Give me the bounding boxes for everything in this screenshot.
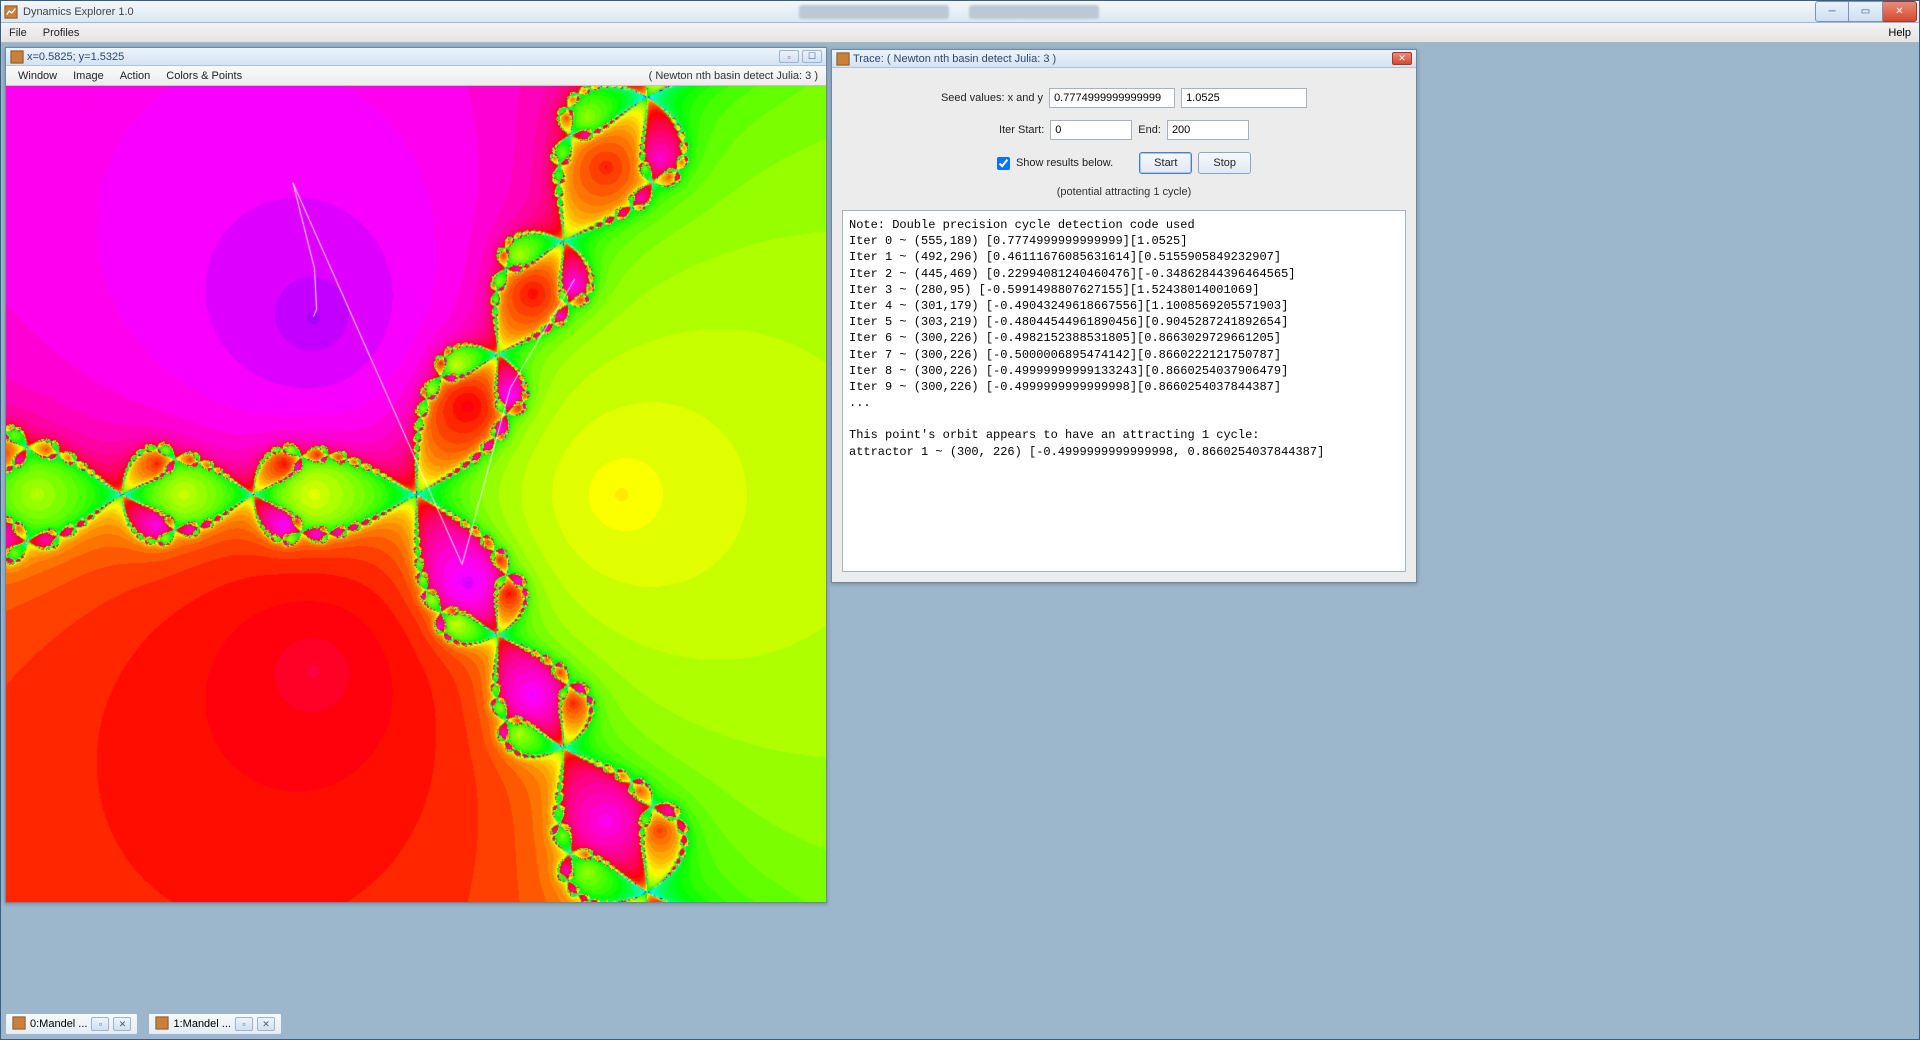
background-tabs-blur: [799, 5, 1099, 19]
fractal-menu-image[interactable]: Image: [65, 70, 112, 82]
menu-file[interactable]: File: [1, 27, 35, 39]
app-title: Dynamics Explorer 1.0: [23, 6, 739, 18]
taskbar-item-label: 0:Mandel ...: [30, 1018, 87, 1030]
trace-window-icon: [836, 52, 850, 66]
main-menu-bar: File Profiles Help: [1, 23, 1919, 43]
fractal-maximize-button[interactable]: ☐: [802, 50, 822, 63]
fractal-window-titlebar[interactable]: x=0.5825; y=1.5325 ▫ ☐: [6, 48, 826, 66]
taskbar-close-icon[interactable]: ✕: [257, 1017, 275, 1031]
iter-start-label: Iter Start:: [999, 124, 1044, 136]
trace-status: (potential attracting 1 cycle): [842, 186, 1406, 198]
fractal-window: x=0.5825; y=1.5325 ▫ ☐ Window Image Acti…: [5, 47, 827, 903]
fractal-canvas[interactable]: [6, 86, 826, 902]
trace-title: Trace: ( Newton nth basin detect Julia: …: [853, 53, 1392, 65]
iter-end-label: End:: [1138, 124, 1161, 136]
taskbar-close-icon[interactable]: ✕: [113, 1017, 131, 1031]
fractal-menu-action[interactable]: Action: [112, 70, 159, 82]
close-button[interactable]: ✕: [1883, 1, 1917, 22]
main-window: Dynamics Explorer 1.0 ─ ▭ ✕ File Profile…: [0, 0, 1920, 1040]
trace-body: Seed values: x and y Iter Start: End: Sh…: [832, 68, 1416, 582]
seed-y-input[interactable]: [1181, 88, 1307, 108]
app-icon: [3, 4, 19, 20]
taskbar-item-label: 1:Mandel ...: [173, 1018, 230, 1030]
trace-window-titlebar[interactable]: Trace: ( Newton nth basin detect Julia: …: [832, 50, 1416, 68]
taskbar-restore-icon[interactable]: ▫: [235, 1017, 253, 1031]
minimize-button[interactable]: ─: [1815, 1, 1849, 22]
start-button[interactable]: Start: [1139, 152, 1192, 174]
seed-label: Seed values: x and y: [941, 92, 1043, 104]
show-results-checkbox[interactable]: [997, 157, 1010, 170]
menu-profiles[interactable]: Profiles: [35, 27, 88, 39]
taskbar-item-0[interactable]: 0:Mandel ... ▫ ✕: [5, 1013, 138, 1035]
mdi-client-area: x=0.5825; y=1.5325 ▫ ☐ Window Image Acti…: [1, 43, 1919, 1039]
trace-close-button[interactable]: ✕: [1392, 52, 1412, 65]
seed-x-input[interactable]: [1049, 88, 1175, 108]
iter-start-input[interactable]: [1050, 120, 1132, 140]
taskbar-restore-icon[interactable]: ▫: [91, 1017, 109, 1031]
trace-window: Trace: ( Newton nth basin detect Julia: …: [831, 49, 1417, 583]
fractal-menu-window[interactable]: Window: [10, 70, 65, 82]
taskbar-item-1[interactable]: 1:Mandel ... ▫ ✕: [148, 1013, 281, 1035]
show-results-label: Show results below.: [1016, 157, 1113, 169]
taskbar-item-icon: [155, 1016, 169, 1033]
fractal-coord-label: x=0.5825; y=1.5325: [27, 51, 779, 63]
fractal-restore-button[interactable]: ▫: [779, 50, 799, 63]
trace-results[interactable]: Note: Double precision cycle detection c…: [842, 210, 1406, 572]
fractal-menu-bar: Window Image Action Colors & Points ( Ne…: [6, 66, 826, 86]
taskbar-item-icon: [12, 1016, 26, 1033]
title-bar: Dynamics Explorer 1.0 ─ ▭ ✕: [1, 1, 1919, 23]
fractal-window-icon: [10, 50, 24, 64]
menu-help[interactable]: Help: [1880, 27, 1919, 39]
fractal-menu-colors[interactable]: Colors & Points: [158, 70, 250, 82]
stop-button[interactable]: Stop: [1198, 152, 1251, 174]
window-controls: ─ ▭ ✕: [1815, 1, 1917, 22]
iter-end-input[interactable]: [1167, 120, 1249, 140]
mdi-taskbar: 0:Mandel ... ▫ ✕ 1:Mandel ... ▫ ✕: [5, 1013, 282, 1035]
fractal-title-right: ( Newton nth basin detect Julia: 3 ): [645, 70, 822, 82]
maximize-button[interactable]: ▭: [1849, 1, 1883, 22]
